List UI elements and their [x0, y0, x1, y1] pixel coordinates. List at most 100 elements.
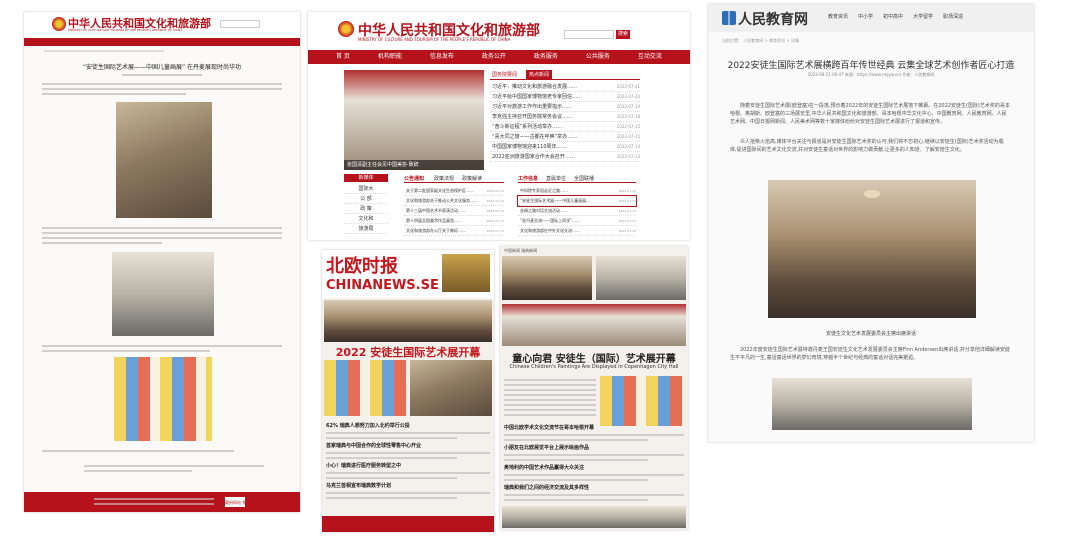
story-item: 奥地利的中国艺术作品赢得大众关注	[504, 464, 684, 481]
mct-home-header: 中华人民共和国文化和旅游部 MINISTRY OF CULTURE AND TO…	[308, 12, 690, 48]
list-item-title: 中科院专家组走近之路……	[520, 188, 568, 193]
side-item[interactable]: 政 策	[344, 204, 388, 214]
edu-header: 人民教育网 教育资讯 中小学 初中高中 大学留学 职场深造	[708, 4, 1034, 32]
nav-services[interactable]: 政务服务	[534, 50, 558, 64]
front-photo-3	[410, 360, 492, 416]
story-body	[504, 454, 684, 461]
article-title: 2022安徒生国际艺术展横跨百年传世经典 云集全球艺术创作者匠心打造	[727, 61, 1015, 71]
story-body	[326, 432, 490, 439]
tab-interpretation[interactable]: 政策解读	[462, 175, 482, 182]
new-media-label: 新媒体	[344, 174, 388, 182]
work-info-item[interactable]: 文化和旅游部在中外文化交流…… 2022-07-12	[518, 226, 636, 236]
search-button[interactable]: 搜索	[616, 30, 630, 39]
edu-nav-item[interactable]: 中小学	[858, 13, 873, 20]
list-item-title: “驻丹麦交流——国际上同学”……	[520, 218, 581, 223]
search-input[interactable]	[220, 20, 260, 28]
list-item-date: 2022-07-15	[486, 189, 504, 193]
notice-item[interactable]: 文化和旅游部关于推动公共文化服务…… 2022-07-14	[404, 196, 504, 206]
work-info-item[interactable]: 丝绸之路对话交流活动…… 2022-07-14	[518, 206, 636, 216]
side-item[interactable]: 国际大	[344, 184, 388, 194]
masthead-title: 北欧时报	[326, 256, 398, 277]
list-item-title: 文化和旅游部关于推动公共文化服务……	[406, 198, 478, 203]
nav-releases[interactable]: 信息发布	[430, 50, 454, 64]
list-item-date: 2022-07-18	[616, 114, 640, 119]
hot-news-item[interactable]: 中国国家博物馆迎来110周年…… 2022-07-14	[490, 142, 640, 152]
list-item-date: 2022-07-13	[616, 154, 640, 159]
work-info-item[interactable]: 中科院专家组走近之路…… 2022-07-15	[518, 186, 636, 196]
nav-institutions[interactable]: 机构职能	[378, 50, 402, 64]
front-headline: 2022 安徒生国际艺术展开幕	[335, 346, 481, 359]
hot-news-item[interactable]: 习近平对旅游工作作出重要指示…… 2022-07-19	[490, 102, 640, 112]
masthead-ad-block	[442, 254, 490, 292]
nav-interaction[interactable]: 互动交流	[638, 50, 662, 64]
list-item-title: 李克强主持召开国务院常务会议……	[492, 114, 573, 120]
article-paragraph-2: 众人拾柴火焰高,媒体平台关注与报道是对安徒生国际艺术奖的认可,我们将不忘初心,继…	[730, 139, 1004, 153]
story-headline: 小朋友在北欧展览平台上展示绘画作品	[504, 445, 590, 451]
page-photo-3	[502, 304, 686, 346]
page-story-list: 中国北欧学术文化交流节在哥本哈根开幕 小朋友在北欧展览平台上展示绘画作品 奥地利的中…	[504, 424, 684, 504]
page-headline: 童心向君 安徒生（国际）艺术展开幕	[512, 354, 676, 365]
panel-education-article: 人民教育网 教育资讯 中小学 初中高中 大学留学 职场深造 当前位置： 人民教育网 > …	[708, 4, 1034, 442]
breadcrumb	[44, 50, 164, 52]
tab-affiliated-units[interactable]: 直属单位	[546, 175, 566, 182]
tab-notices[interactable]: 公告通知	[404, 175, 424, 182]
hot-news-item[interactable]: “喜大同之旅——古都在呼唤”举办…… 2022-07-15	[490, 132, 640, 142]
notice-item[interactable]: 第十三届中国艺术节表演活动…… 2022-07-13	[404, 206, 504, 216]
page-tag: 中国新闻 瑞典新闻	[504, 248, 538, 253]
hot-news-item[interactable]: 习近平：推动文化和旅游融合发展…… 2022-07-21	[490, 82, 640, 92]
story-headline: 瑞典和我们之间的经济交流及其多样性	[504, 485, 590, 491]
hot-news-item[interactable]: 习近平给中国国家博物馆老专家回信…… 2022-07-20	[490, 92, 640, 102]
masthead-english: CHINANEWS.SE	[326, 278, 439, 293]
list-item-title: 2022亚洲旅游国家合作大会召开……	[492, 154, 575, 160]
exhibition-hall-photo-2	[772, 378, 972, 430]
hot-news-item[interactable]: 2022亚洲旅游国家合作大会召开…… 2022-07-13	[490, 152, 640, 162]
edu-nav-item[interactable]: 初中高中	[883, 13, 903, 20]
story-body	[504, 474, 684, 481]
national-emblem-icon	[52, 17, 66, 31]
edu-nav-item[interactable]: 大学留学	[913, 13, 933, 20]
edu-nav-item[interactable]: 教育资讯	[828, 13, 848, 20]
list-item-date: 2022-07-14	[618, 209, 636, 213]
list-item-title: “喜大同之旅——古都在呼唤”举办……	[492, 134, 578, 140]
hot-news-item[interactable]: “奋斗新征程”系列活动举办…… 2022-07-15	[490, 122, 640, 132]
side-item[interactable]: 旅游局	[344, 224, 388, 234]
list-item-title: 习近平对旅游工作作出重要指示……	[492, 104, 573, 110]
story-body	[504, 434, 684, 441]
notice-item[interactable]: 关于第二批国家级文化生态保护区…… 2022-07-15	[404, 186, 504, 196]
chandelier-shape	[864, 190, 880, 198]
panel-mct-article: 中华人民共和国文化和旅游部 MINISTRY OF CULTURE AND TO…	[24, 12, 300, 512]
hero-photo[interactable]: 张国清副主任会见中国美协·致辞	[344, 70, 484, 170]
city-hall-exhibition-photo	[768, 180, 976, 318]
list-item-date: 2022-07-13	[618, 219, 636, 223]
search-input[interactable]	[564, 30, 614, 39]
work-info-item[interactable]: “安徒生国际艺术展——中国儿童画展… 2022-07-15	[517, 195, 637, 207]
side-item[interactable]: 文化和	[344, 214, 388, 224]
edu-nav-item[interactable]: 职场深造	[943, 13, 963, 20]
hot-news-item[interactable]: 李克强主持召开国务院常务会议…… 2022-07-18	[490, 112, 640, 122]
edu-logo-text: 人民教育网	[738, 12, 808, 28]
page-photo-2	[596, 256, 686, 300]
tab-national-broadcast[interactable]: 全国联播	[574, 175, 594, 182]
tab-work-info[interactable]: 工作信息	[518, 175, 538, 182]
book-logo-icon	[722, 11, 736, 25]
list-item-date: 2022-07-14	[616, 144, 640, 149]
tab-state-council-news[interactable]: 国务院要闻	[492, 71, 517, 78]
tab-hot-news[interactable]: 热点新闻	[526, 70, 553, 79]
article-body-text-1	[42, 224, 282, 247]
footer-badge[interactable]: 政府网站 找错	[224, 496, 246, 508]
list-item-title: 丝绸之路对话交流活动……	[520, 208, 568, 213]
side-item[interactable]: 公 部	[344, 194, 388, 204]
nav-public-services[interactable]: 公共服务	[586, 50, 610, 64]
story-item: 瑞典和我们之间的经济交流及其多样性	[504, 484, 684, 501]
story-body	[326, 452, 490, 459]
nav-home[interactable]: 首 页	[336, 50, 350, 64]
story-headline: 小心！瑞典进行医疗服务转型之中	[326, 463, 402, 469]
share-and-related-links	[84, 462, 264, 475]
page-headline-english: Chinese Children's Paintings Are Display…	[509, 364, 679, 370]
notice-item[interactable]: 文化和旅游部办公厅关于做好…… 2022-07-11	[404, 226, 504, 236]
notice-item[interactable]: 第十四届全国美术作品展览…… 2022-07-12	[404, 216, 504, 226]
nav-government-affairs[interactable]: 政务公开	[482, 50, 506, 64]
tab-regulations[interactable]: 政策法规	[434, 175, 454, 182]
story-item: 小朋友在北欧展览平台上展示绘画作品	[504, 444, 684, 461]
work-info-item[interactable]: “驻丹麦交流——国际上同学”…… 2022-07-13	[518, 216, 636, 226]
